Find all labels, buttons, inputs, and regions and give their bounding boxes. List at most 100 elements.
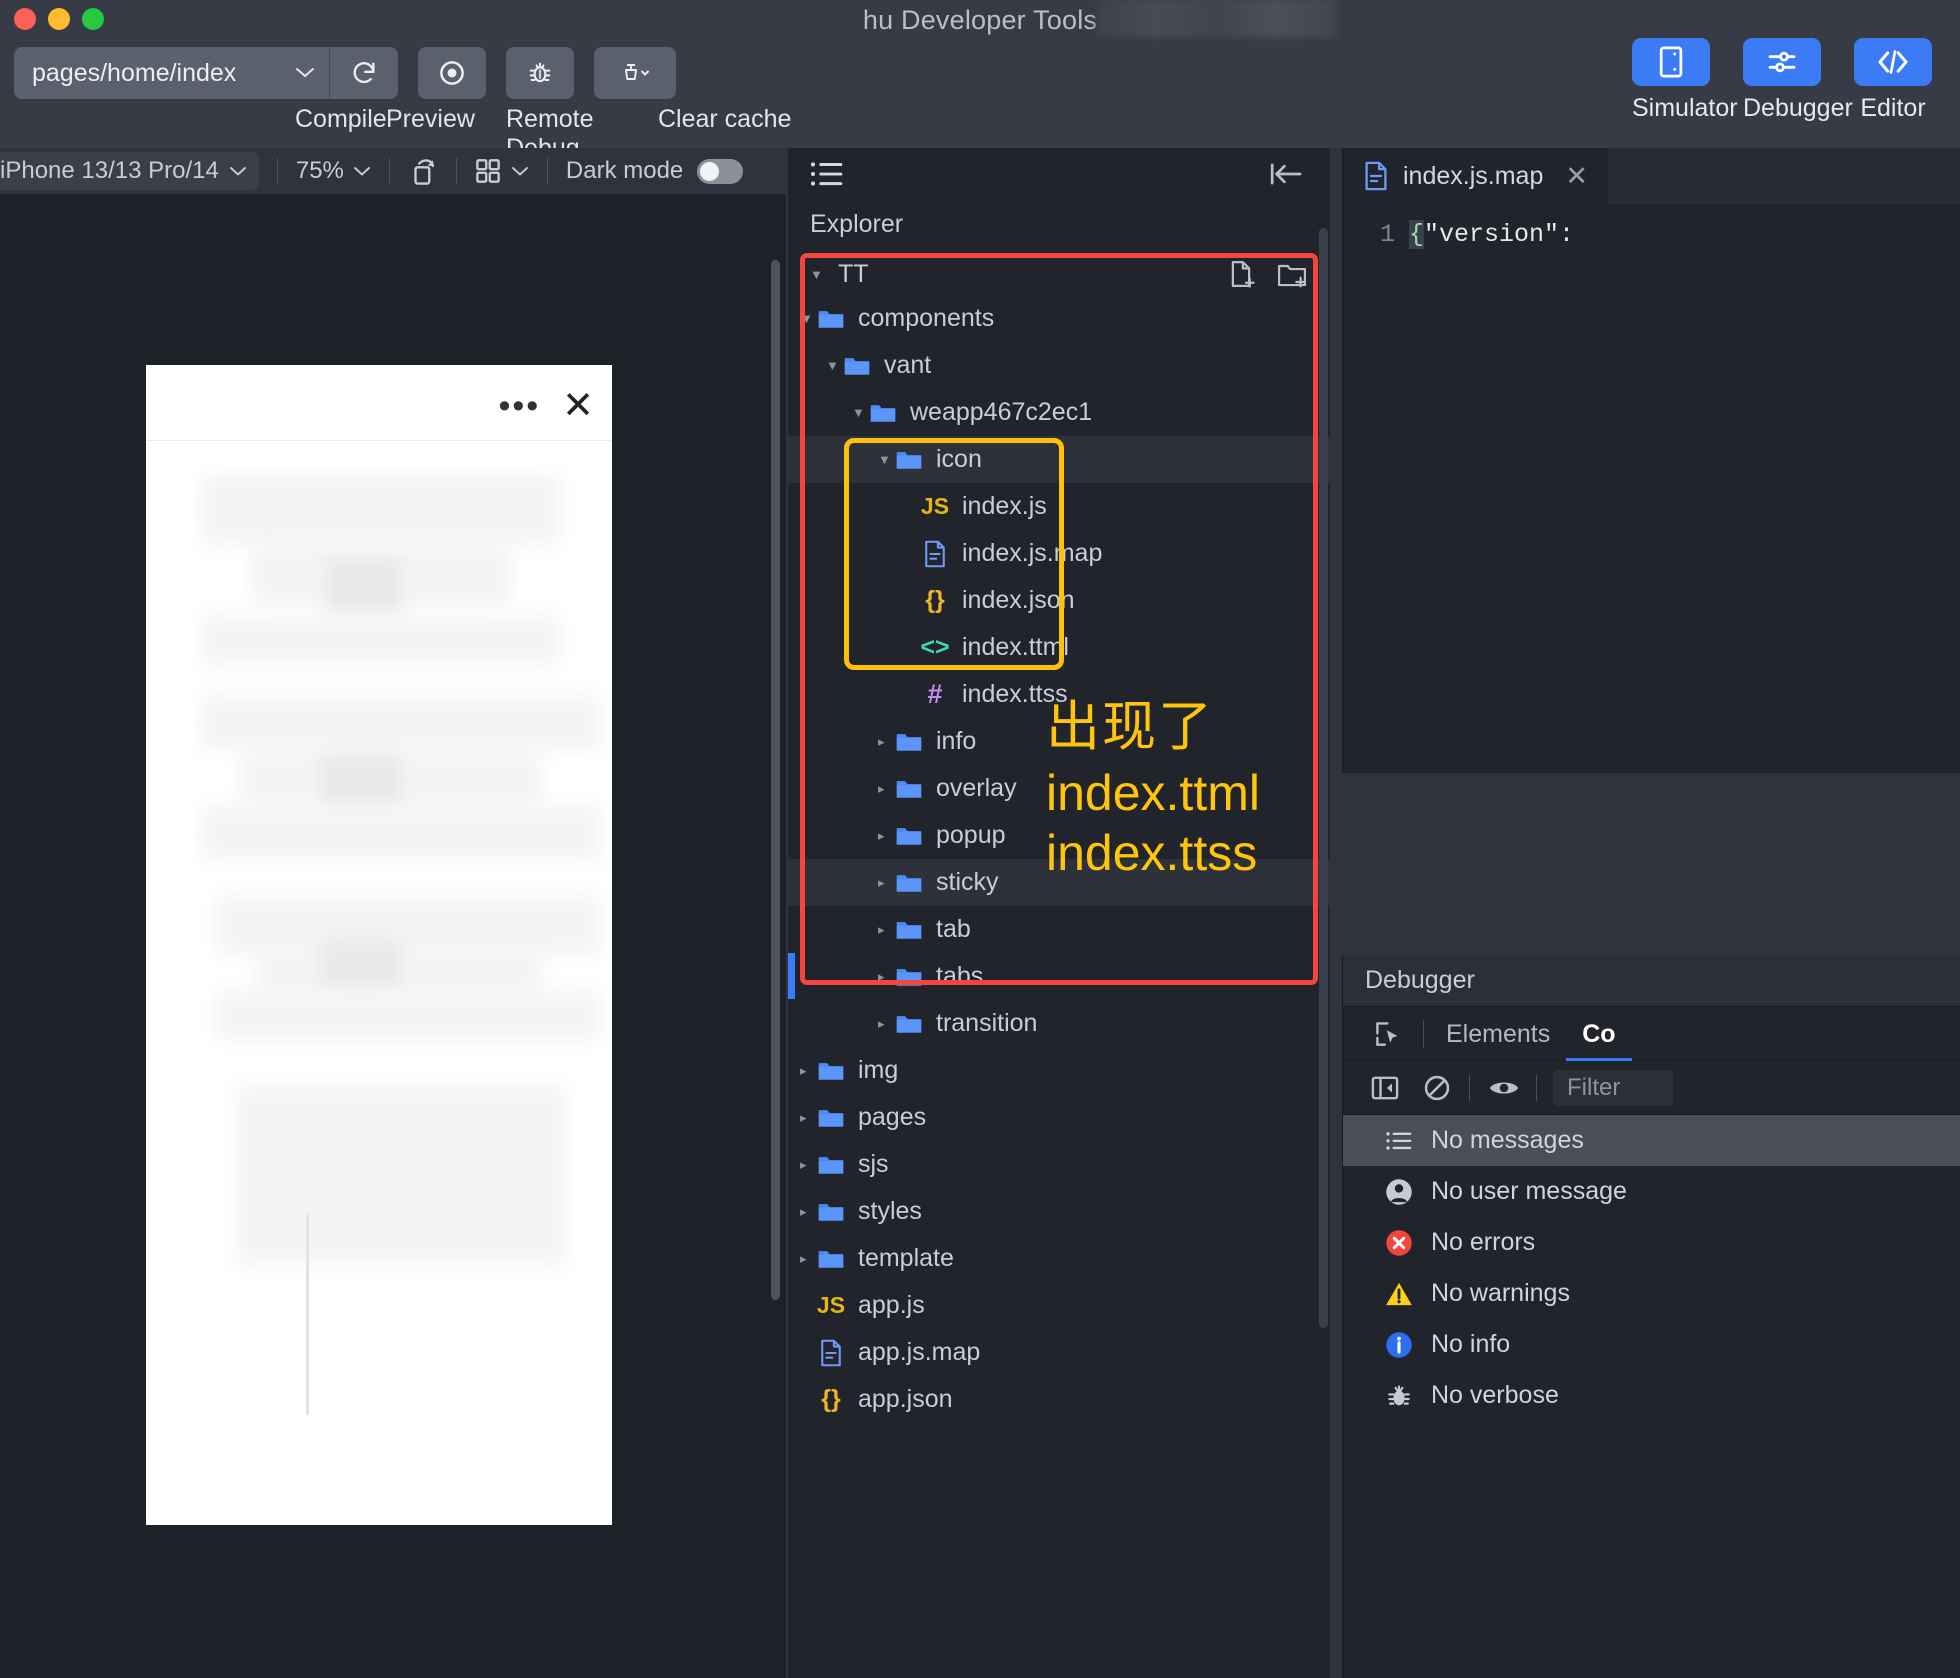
maximize-window-button[interactable]	[82, 8, 104, 30]
mode-simulator[interactable]: Simulator	[1632, 38, 1738, 123]
close-icon[interactable]: ✕	[562, 387, 594, 425]
more-icon[interactable]: •••	[498, 389, 540, 423]
editor-code-text: "version":	[1424, 220, 1575, 249]
tree-item-app-json[interactable]: ▸{}app.json	[788, 1376, 1330, 1423]
sidebar-toggle-button[interactable]	[1359, 1075, 1411, 1101]
console-filter-no-messages[interactable]: No messages	[1343, 1115, 1960, 1166]
caret-right-icon[interactable]: ▸	[878, 734, 894, 750]
caret-right-icon[interactable]: ▸	[800, 1157, 816, 1173]
dark-mode-control[interactable]: Dark mode	[566, 157, 744, 185]
filter-input[interactable]: Filter	[1553, 1069, 1673, 1106]
explorer-scrollbar[interactable]	[1319, 228, 1328, 1328]
tree-item-label: index.js	[962, 492, 1047, 520]
tree-item-sjs[interactable]: ▸ sjs	[788, 1141, 1330, 1188]
clear-console-button[interactable]	[1411, 1074, 1463, 1102]
caret-down-icon[interactable]: ▼	[852, 405, 868, 420]
remote-debug-button[interactable]	[506, 47, 574, 99]
list-icon[interactable]	[810, 160, 844, 188]
tree-item-index-ttml[interactable]: ▸<>index.ttml	[788, 624, 1330, 671]
layout-select[interactable]	[475, 158, 529, 184]
tree-item-transition[interactable]: ▸ transition	[788, 1000, 1330, 1047]
debugger-button[interactable]	[1743, 38, 1821, 86]
traffic-lights[interactable]	[14, 8, 104, 30]
explorer-panel: Explorer ▼ TT ▼ components ▼ vant ▼ weapp467c…	[788, 148, 1330, 1678]
caret-right-icon[interactable]: ▸	[878, 969, 894, 985]
close-window-button[interactable]	[14, 8, 36, 30]
new-folder-icon[interactable]	[1276, 259, 1308, 289]
folder-icon	[896, 827, 922, 845]
minimize-window-button[interactable]	[48, 8, 70, 30]
tree-item-index-js[interactable]: ▸JSindex.js	[788, 483, 1330, 530]
page-path-select[interactable]: pages/home/index	[14, 47, 329, 99]
collapse-left-icon[interactable]	[1270, 161, 1304, 187]
simulator-scrollbar[interactable]	[771, 260, 780, 1300]
caret-right-icon[interactable]: ▸	[800, 1251, 816, 1267]
tree-item-tabs[interactable]: ▸ tabs	[788, 953, 1330, 1000]
zoom-select[interactable]: 75%	[296, 157, 371, 185]
caret-down-icon[interactable]: ▼	[800, 311, 816, 326]
tree-item-styles[interactable]: ▸ styles	[788, 1188, 1330, 1235]
tree-item-template[interactable]: ▸ template	[788, 1235, 1330, 1282]
tab-console[interactable]: Co	[1566, 1007, 1632, 1061]
console-eye-button[interactable]	[1476, 1076, 1532, 1100]
editor-code-area[interactable]: 1 {"version":	[1343, 204, 1960, 249]
tree-item-components[interactable]: ▼ components	[788, 295, 1330, 342]
skeleton-block	[201, 475, 561, 545]
skeleton-block	[201, 695, 601, 750]
console-filter-label: No messages	[1431, 1126, 1584, 1154]
explorer-root-row[interactable]: ▼ TT	[788, 253, 1330, 295]
clear-cache-button[interactable]	[594, 47, 676, 99]
device-label: iPhone 13/13 Pro/14	[0, 157, 219, 184]
tab-elements[interactable]: Elements	[1430, 1007, 1566, 1061]
caret-down-icon[interactable]: ▼	[810, 267, 826, 282]
debugger-label: Debugger	[1743, 94, 1853, 122]
caret-right-icon[interactable]: ▸	[878, 1016, 894, 1032]
console-filter-no-verbose[interactable]: No verbose	[1343, 1370, 1960, 1421]
close-icon[interactable]: ✕	[1565, 161, 1588, 192]
console-filter-no-errors[interactable]: No errors	[1343, 1217, 1960, 1268]
dark-mode-toggle[interactable]	[697, 158, 744, 184]
console-filter-no-warnings[interactable]: No warnings	[1343, 1268, 1960, 1319]
mode-debugger[interactable]: Debugger	[1743, 38, 1853, 123]
tree-item-app-js[interactable]: ▸JSapp.js	[788, 1282, 1330, 1329]
caret-right-icon[interactable]: ▸	[878, 875, 894, 891]
caret-right-icon[interactable]: ▸	[878, 828, 894, 844]
json-file-icon: {}	[925, 586, 945, 614]
caret-right-icon[interactable]: ▸	[878, 781, 894, 797]
new-file-icon[interactable]	[1226, 259, 1256, 289]
simulator-panel: ••• ✕	[0, 195, 786, 1678]
device-select[interactable]: iPhone 13/13 Pro/14	[0, 152, 259, 190]
phone-preview[interactable]: ••• ✕	[146, 365, 612, 1525]
caret-right-icon[interactable]: ▸	[800, 1063, 816, 1079]
folder-icon	[844, 357, 870, 375]
preview-button[interactable]	[418, 47, 486, 99]
tree-item-label: app.js	[858, 1291, 925, 1319]
tree-item-weapp467c2ec1[interactable]: ▼ weapp467c2ec1	[788, 389, 1330, 436]
tree-item-index-js-map[interactable]: ▸index.js.map	[788, 530, 1330, 577]
tree-item-icon[interactable]: ▼ icon	[788, 436, 1330, 483]
explorer-title: Explorer	[810, 210, 904, 238]
caret-down-icon[interactable]: ▼	[826, 358, 842, 373]
editor-button[interactable]	[1854, 38, 1932, 86]
mode-editor[interactable]: Editor	[1854, 38, 1932, 123]
caret-down-icon[interactable]: ▼	[878, 452, 894, 467]
console-message-list[interactable]: No messages No user message No errors No wa…	[1343, 1115, 1960, 1421]
rotate-device-button[interactable]	[408, 156, 438, 186]
tree-item-app-js-map[interactable]: ▸app.js.map	[788, 1329, 1330, 1376]
tree-item-index-json[interactable]: ▸{}index.json	[788, 577, 1330, 624]
tree-item-vant[interactable]: ▼ vant	[788, 342, 1330, 389]
tree-item-tab[interactable]: ▸ tab	[788, 906, 1330, 953]
tree-item-label: index.ttml	[962, 633, 1069, 661]
editor-tab-index-js-map[interactable]: index.js.map ✕	[1343, 148, 1608, 204]
caret-right-icon[interactable]: ▸	[800, 1204, 816, 1220]
inspect-element-button[interactable]	[1359, 1019, 1417, 1049]
simulator-button[interactable]	[1632, 38, 1710, 86]
caret-right-icon[interactable]: ▸	[878, 922, 894, 938]
console-filter-no-user-message[interactable]: No user message	[1343, 1166, 1960, 1217]
phone-capsule-nav[interactable]: ••• ✕	[498, 387, 594, 425]
tree-item-pages[interactable]: ▸ pages	[788, 1094, 1330, 1141]
caret-right-icon[interactable]: ▸	[800, 1110, 816, 1126]
console-filter-no-info[interactable]: No info	[1343, 1319, 1960, 1370]
compile-button[interactable]	[330, 47, 398, 99]
tree-item-img[interactable]: ▸ img	[788, 1047, 1330, 1094]
